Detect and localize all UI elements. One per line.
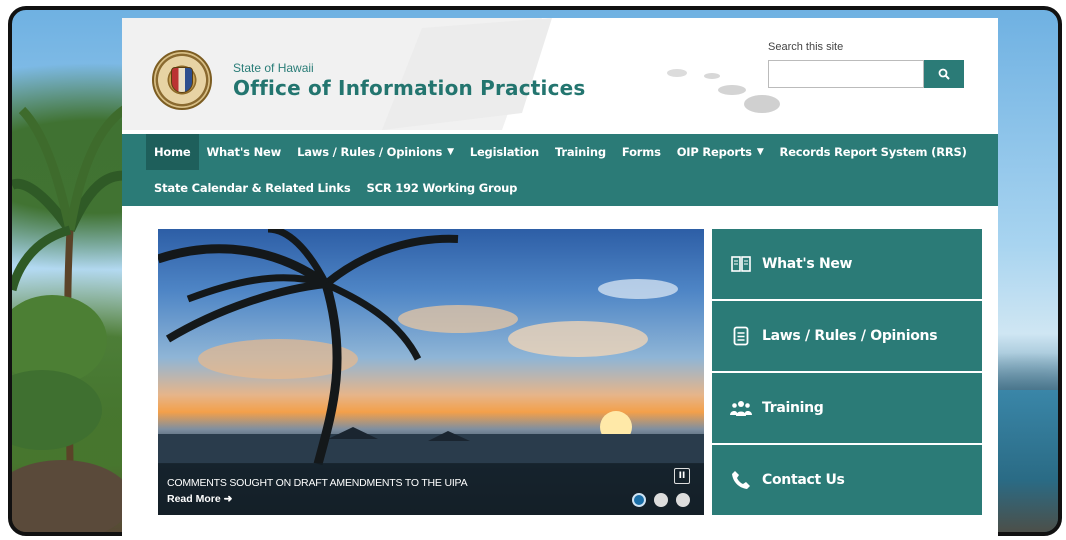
site-title[interactable]: Office of Information Practices bbox=[233, 76, 586, 100]
quick-links: What's New Laws / Rules / Opinions Train… bbox=[712, 229, 982, 517]
slide-indicators bbox=[632, 493, 690, 507]
panel-label: Contact Us bbox=[762, 472, 845, 488]
slide-dot-3[interactable] bbox=[676, 493, 690, 507]
state-name: State of Hawaii bbox=[233, 61, 314, 75]
panel-label: What's New bbox=[762, 256, 853, 272]
seal-shield-icon bbox=[171, 67, 193, 93]
slide-caption: COMMENTS SOUGHT ON DRAFT AMENDMENTS TO T… bbox=[158, 463, 704, 515]
site-header: State of Hawaii Office of Information Pr… bbox=[122, 18, 998, 130]
book-icon bbox=[730, 253, 752, 275]
nav-item-whats-new[interactable]: What's New bbox=[199, 134, 290, 170]
nav-row-1: Home What's New Laws / Rules / Opinions ▼… bbox=[146, 134, 975, 170]
slide-dot-2[interactable] bbox=[654, 493, 668, 507]
group-icon bbox=[730, 397, 752, 419]
hero-slideshow[interactable]: COMMENTS SOUGHT ON DRAFT AMENDMENTS TO T… bbox=[158, 229, 704, 515]
pause-icon[interactable]: II bbox=[674, 468, 690, 484]
panel-label: Laws / Rules / Opinions bbox=[762, 328, 938, 344]
panel-whats-new[interactable]: What's New bbox=[712, 229, 982, 299]
search-input[interactable] bbox=[768, 60, 924, 88]
nav-item-laws-rules-opinions[interactable]: Laws / Rules / Opinions ▼ bbox=[289, 134, 462, 170]
ocean-background bbox=[988, 390, 1058, 532]
read-more-link[interactable]: Read More ➜ bbox=[167, 493, 232, 505]
phone-icon bbox=[730, 469, 752, 491]
slide-title[interactable]: COMMENTS SOUGHT ON DRAFT AMENDMENTS TO T… bbox=[167, 477, 468, 489]
main-navigation: Home What's New Laws / Rules / Opinions ▼… bbox=[122, 134, 998, 206]
panel-label: Training bbox=[762, 400, 824, 416]
nav-item-home[interactable]: Home bbox=[146, 134, 199, 170]
nav-item-legislation[interactable]: Legislation bbox=[462, 134, 547, 170]
nav-item-state-calendar[interactable]: State Calendar & Related Links bbox=[146, 170, 359, 206]
search-label: Search this site bbox=[768, 41, 844, 53]
panel-training[interactable]: Training bbox=[712, 373, 982, 443]
search-icon bbox=[938, 68, 950, 80]
document-icon bbox=[730, 325, 752, 347]
panel-contact-us[interactable]: Contact Us bbox=[712, 445, 982, 515]
chevron-down-icon: ▼ bbox=[447, 147, 454, 157]
nav-row-2: State Calendar & Related Links SCR 192 W… bbox=[146, 170, 525, 206]
slide-dot-1[interactable] bbox=[632, 493, 646, 507]
nav-item-scr-192[interactable]: SCR 192 Working Group bbox=[359, 170, 526, 206]
search-button[interactable] bbox=[924, 60, 964, 88]
state-seal-logo bbox=[152, 50, 212, 110]
website-page: State of Hawaii Office of Information Pr… bbox=[122, 18, 998, 538]
chevron-down-icon: ▼ bbox=[756, 147, 764, 157]
nav-item-training[interactable]: Training bbox=[547, 134, 614, 170]
nav-item-records-report-system[interactable]: Records Report System (RRS) bbox=[772, 134, 975, 170]
panel-laws-rules-opinions[interactable]: Laws / Rules / Opinions bbox=[712, 301, 982, 371]
nav-item-oip-reports[interactable]: OIP Reports ▼ bbox=[669, 134, 772, 170]
nav-item-forms[interactable]: Forms bbox=[614, 134, 669, 170]
